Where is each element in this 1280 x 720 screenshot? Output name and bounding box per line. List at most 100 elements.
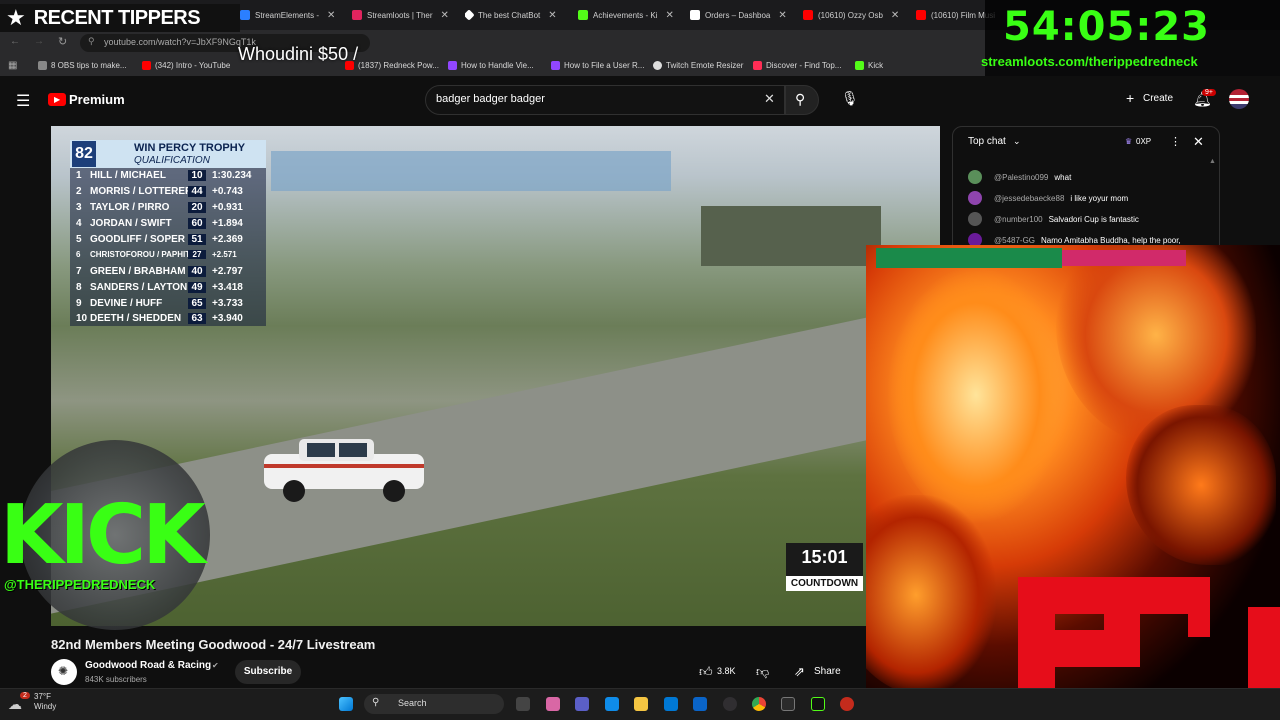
like-count: 3.8K [717,666,736,676]
meeting-number: 82 [72,141,96,167]
voice-search-icon[interactable]: 🎙︎ [841,90,859,107]
close-tab-icon[interactable]: ✕ [778,10,786,21]
clear-search-icon[interactable]: ✕ [764,91,775,107]
leaderboard-row: 5 GOODLIFF / SOPER 51 +2.369 [76,234,243,245]
close-tab-icon[interactable]: ✕ [548,10,556,21]
search-button[interactable]: ⚲ [785,85,819,115]
bookmark-item[interactable]: How to File a User R... [551,61,644,70]
menu-icon[interactable]: ☰ [16,91,30,111]
copilot-icon[interactable] [546,697,560,711]
obs-tips-icon [38,61,47,70]
like-icon[interactable]: 👍︎ [699,664,713,680]
close-chat-icon[interactable]: ✕ [1193,134,1204,150]
bookmark-item[interactable]: (342) Intro - YouTube [142,61,230,70]
browser-tab[interactable]: Streamloots | Ther ✕ [352,4,462,26]
premium-logo[interactable]: Premium [69,92,125,107]
leaderboard-row: 9 DEVINE / HUFF 65 +3.733 [76,298,243,309]
xp-points[interactable]: 0XP [1136,137,1151,146]
taskbar-search-input[interactable]: ⚲ Search [364,694,504,714]
close-tab-icon[interactable]: ✕ [665,10,673,21]
more-options-icon[interactable]: ⋮ [1170,135,1181,148]
twitch-icon [448,61,457,70]
bookmark-item[interactable]: How to Handle Vie... [448,61,534,70]
app-icon[interactable] [840,697,854,711]
close-tab-icon[interactable]: ✕ [327,10,335,21]
search-input[interactable]: badger badger badger [425,85,785,115]
bookmark-item[interactable]: (1837) Redneck Pow... [345,61,439,70]
share-button[interactable]: Share [814,666,841,677]
race-car [264,439,424,502]
countdown-graphic: 15:01 COUNTDOWN [786,543,863,591]
chevron-down-icon[interactable]: ⌄ [1013,136,1021,147]
avatar[interactable] [968,170,982,184]
weather-cloud-icon[interactable]: ☁ [8,696,22,713]
browser-tab[interactable]: (10610) Film Musi [916,4,996,26]
weather-widget[interactable]: 37°F Windy [34,692,56,712]
bookmark-item[interactable]: Twitch Emote Resizer [653,61,743,70]
bookmark-item[interactable]: Discover - Find Top... [753,61,841,70]
store-icon[interactable] [664,697,678,711]
orders-icon [690,10,700,20]
browser-tab[interactable]: Orders – Dashboa ✕ [690,4,796,26]
forward-icon[interactable]: → [34,36,44,47]
close-tab-icon[interactable]: ✕ [891,10,899,21]
create-plus-icon[interactable]: + [1126,90,1134,106]
subscriber-count: 843K subscribers [85,675,147,684]
channel-avatar[interactable]: ✺ [51,659,77,685]
leaderboard-row: 10 DEETH / SHEDDEN 63 +3.940 [76,313,243,324]
teams-icon[interactable] [575,697,589,711]
back-icon[interactable]: ← [10,36,20,47]
chrome-icon[interactable] [752,697,766,711]
chat-message: @number100 Salvadori Cup is fantastic [968,212,1139,226]
reload-icon[interactable]: ↻ [58,35,67,48]
chat-message: @jessedebaecke88 i like yoyur mom [968,191,1128,205]
streamloots-icon [352,10,362,20]
channel-name[interactable]: Goodwood Road & Racing [85,660,211,671]
leaderboard-row: 1 HILL / MICHAEL 10 1:30.234 [76,170,252,181]
search-icon: ⚲ [795,91,806,107]
youtube-logo-icon[interactable]: ▶ [48,93,66,106]
subathon-timer-overlay: 54:05:23 streamloots.com/therippedrednec… [981,0,1280,76]
leaderboard-header: 82 WIN PERCY TROPHY QUALIFICATION [70,140,266,168]
overlay-bar-pink [1062,250,1186,266]
browser-tab[interactable]: StreamElements - ✕ [240,4,348,26]
chatbot-icon [465,9,475,21]
leaderboard-row: 7 GREEN / BRABHAM 40 +2.797 [76,266,243,277]
search-icon: ⚲ [372,697,380,708]
create-button[interactable]: Create [1143,93,1173,104]
avatar[interactable] [968,212,982,226]
streamloots-url: streamloots.com/therippedredneck [981,54,1198,69]
browser-tab[interactable]: Achievements - Ki ✕ [578,4,686,26]
apps-grid-icon[interactable]: ▦ [8,60,17,71]
kick-icon [855,61,864,70]
outlook-icon[interactable] [693,697,707,711]
avatar[interactable] [1229,89,1249,109]
dislike-icon[interactable]: 👎︎ [756,664,769,680]
bookmark-item[interactable]: Kick [855,61,883,70]
avatar[interactable] [968,191,982,205]
notification-badge: 9+ [1202,89,1216,96]
verified-icon: ✔ [212,661,219,670]
kick-logo: KICK [0,488,206,583]
globe-icon [653,61,662,70]
scroll-up-arrow-icon[interactable]: ▲ [1209,158,1216,165]
obs-icon[interactable] [723,697,737,711]
share-icon[interactable]: ⇗ [794,664,805,680]
leaderboard-row: 8 SANDERS / LAYTON 49 +3.418 [76,282,243,293]
terminal-icon[interactable] [811,697,825,711]
app-icon[interactable] [781,697,795,711]
bridge-banner [271,151,671,191]
chat-mode-selector[interactable]: Top chat [968,136,1006,147]
windows-start-icon[interactable] [339,697,353,711]
browser-tab[interactable]: The best ChatBot ✕ [465,4,575,26]
task-view-icon[interactable] [516,697,530,711]
leaderboard-row: 6 CHRISTOFOROU / PAPHITIS 27 +2.571 [76,250,237,259]
close-tab-icon[interactable]: ✕ [441,10,449,21]
site-info-icon[interactable]: ⚲ [88,36,95,47]
edge-icon[interactable] [605,697,619,711]
bookmark-item[interactable]: 8 OBS tips to make... [38,61,127,70]
browser-tab[interactable]: (10610) Ozzy Osb ✕ [803,4,909,26]
weather-badge: 2 [20,692,30,699]
file-explorer-icon[interactable] [634,697,648,711]
subscribe-button[interactable]: Subscribe [235,660,301,684]
